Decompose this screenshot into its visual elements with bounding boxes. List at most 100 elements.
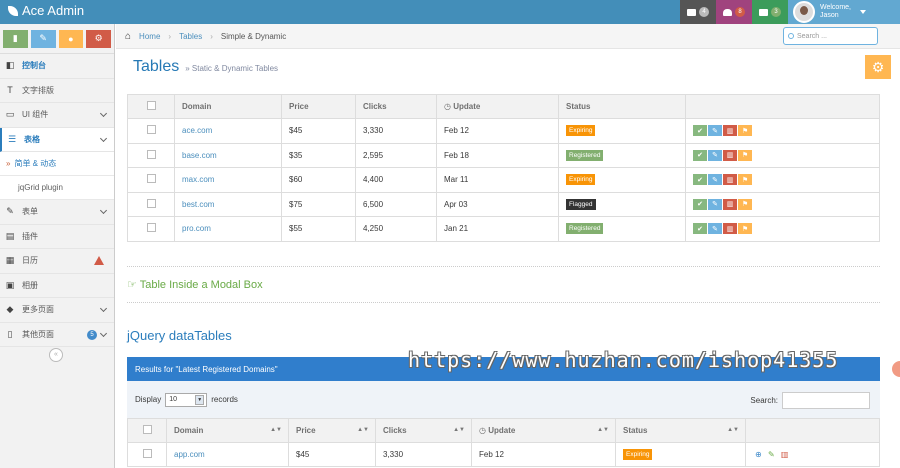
search-input[interactable]: Search ... bbox=[783, 27, 878, 45]
datatables-controls: Display 10 ▼ records Search: bbox=[127, 381, 880, 418]
trash-button[interactable]: ▥ bbox=[723, 223, 737, 235]
column-header-status[interactable]: Status ▲▼ bbox=[615, 418, 746, 443]
trash-button[interactable]: ▥ bbox=[723, 125, 737, 137]
user-menu[interactable]: Welcome, Jason bbox=[788, 0, 900, 24]
flag-button[interactable]: ⚑ bbox=[738, 223, 752, 235]
select-all-checkbox[interactable] bbox=[146, 101, 156, 110]
edit-button[interactable]: ✎ bbox=[708, 174, 722, 186]
column-header-clicks: Clicks bbox=[355, 94, 437, 119]
domain-link[interactable]: best.com bbox=[182, 200, 214, 209]
notifications-button[interactable]: 8 bbox=[716, 0, 752, 24]
edit-button[interactable]: ✎ bbox=[708, 149, 722, 161]
row-checkbox[interactable] bbox=[146, 174, 156, 184]
sidebar-item-typography[interactable]: T 文字排版 bbox=[0, 79, 114, 103]
sidebar-item-calendar[interactable]: ▦ 日历 bbox=[0, 249, 114, 274]
flag-button[interactable]: ⚑ bbox=[738, 149, 752, 161]
edit-button[interactable]: ✎ bbox=[708, 198, 722, 210]
column-header-label: Domain bbox=[174, 426, 204, 435]
edit-button[interactable]: ✎ bbox=[708, 223, 722, 235]
records-per-page-select[interactable]: 10 ▼ bbox=[165, 392, 208, 407]
sidebar-item-other-pages[interactable]: ▯ 其他页面 5 bbox=[0, 323, 114, 347]
domain-link[interactable]: max.com bbox=[182, 175, 214, 184]
clock-icon: ◷ bbox=[479, 426, 489, 435]
flag-button[interactable]: ⚑ bbox=[738, 174, 752, 186]
sidebar-item-label: 控制台 bbox=[22, 61, 46, 71]
row-checkbox[interactable] bbox=[146, 223, 156, 233]
sidebar-item-forms[interactable]: ✎ 表单 bbox=[0, 200, 114, 225]
column-header-clicks[interactable]: Clicks ▲▼ bbox=[375, 418, 472, 443]
submenu-label: jqGrid plugin bbox=[18, 183, 63, 192]
breadcrumb-tables-link[interactable]: Tables bbox=[179, 32, 202, 41]
watermark: https://www.huzhan.com/ishop41355 bbox=[408, 348, 839, 372]
row-checkbox[interactable] bbox=[146, 198, 156, 208]
sidebar-item-more-pages[interactable]: ◆ 更多页面 bbox=[0, 298, 114, 323]
shortcut-cogs[interactable]: ⚙ bbox=[86, 29, 111, 48]
trash-icon[interactable]: ▥ bbox=[781, 450, 789, 459]
submenu-item-jqgrid[interactable]: jqGrid plugin bbox=[0, 176, 114, 200]
breadcrumb-home-link[interactable]: Home bbox=[139, 32, 160, 41]
table-row: app.com $45 3,330 Feb 12 Expiring ⊕ ✎ ▥ bbox=[127, 442, 880, 467]
column-header-update[interactable]: ◷ Update ▲▼ bbox=[471, 418, 616, 443]
zoom-icon[interactable]: ⊕ bbox=[755, 450, 762, 459]
check-button[interactable]: ✔ bbox=[693, 223, 707, 235]
notifications-count: 8 bbox=[735, 7, 745, 17]
sidebar-item-plugins[interactable]: ▤ 插件 bbox=[0, 225, 114, 249]
column-header-label: Clicks bbox=[383, 426, 407, 435]
select-all-checkbox[interactable] bbox=[142, 425, 152, 434]
trash-button[interactable]: ▥ bbox=[723, 198, 737, 210]
table-row: max.com $60 4,400 Mar 11 Expiring ✔ ✎ ▥ ⚑ bbox=[127, 167, 880, 193]
price-cell: $45 bbox=[281, 118, 356, 144]
domain-link[interactable]: pro.com bbox=[182, 224, 211, 233]
domain-link[interactable]: base.com bbox=[182, 151, 217, 160]
sidebar-collapse-button[interactable]: « bbox=[49, 348, 63, 362]
column-header-price[interactable]: Price ▲▼ bbox=[288, 418, 376, 443]
sidebar-item-label: UI 组件 bbox=[22, 110, 49, 120]
divider bbox=[127, 302, 880, 303]
sidebar-item-ui[interactable]: ▭ UI 组件 bbox=[0, 103, 114, 128]
main-content: ⌂ Home › Tables › Simple & Dynamic Searc… bbox=[116, 24, 900, 468]
column-header-domain[interactable]: Domain ▲▼ bbox=[166, 418, 289, 443]
column-header-label: Update bbox=[488, 426, 516, 435]
edit-button[interactable]: ✎ bbox=[708, 125, 722, 137]
trash-button[interactable]: ▥ bbox=[723, 174, 737, 186]
messages-button[interactable]: 3 bbox=[752, 0, 788, 24]
breadcrumb-separator: › bbox=[210, 31, 213, 41]
datatables-search-input[interactable] bbox=[782, 392, 870, 409]
flag-button[interactable]: ⚑ bbox=[738, 198, 752, 210]
status-badge: Registered bbox=[566, 149, 604, 161]
shortcut-pencil[interactable]: ✎ bbox=[30, 29, 56, 48]
sidebar-item-dashboard[interactable]: ◧ 控制台 bbox=[0, 54, 114, 79]
submenu-item-simple-dynamic[interactable]: » 简单 & 动态 bbox=[0, 152, 114, 176]
row-checkbox[interactable] bbox=[146, 125, 156, 135]
records-label: records bbox=[211, 395, 238, 404]
sort-icon: ▲▼ bbox=[357, 427, 369, 433]
check-button[interactable]: ✔ bbox=[693, 198, 707, 210]
pencil-icon[interactable]: ✎ bbox=[768, 450, 775, 459]
modal-table-link[interactable]: ☞ Table Inside a Modal Box bbox=[127, 278, 263, 291]
check-button[interactable]: ✔ bbox=[693, 125, 707, 137]
sidebar-item-tables[interactable]: ☰ 表格 bbox=[0, 127, 114, 152]
domain-link[interactable]: app.com bbox=[174, 450, 205, 459]
shortcut-signal[interactable]: ▮ bbox=[3, 29, 28, 48]
row-checkbox[interactable] bbox=[146, 149, 156, 159]
edit-icon: ✎ bbox=[712, 152, 718, 160]
settings-handle[interactable] bbox=[892, 361, 900, 377]
check-button[interactable]: ✔ bbox=[693, 174, 707, 186]
check-button[interactable]: ✔ bbox=[693, 149, 707, 161]
trash-icon: ▥ bbox=[726, 176, 734, 184]
row-checkbox[interactable] bbox=[142, 449, 152, 458]
flag-button[interactable]: ⚑ bbox=[738, 125, 752, 137]
trash-button[interactable]: ▥ bbox=[723, 149, 737, 161]
sidebar-item-label: 表格 bbox=[24, 134, 40, 144]
brand-logo[interactable]: Ace Admin bbox=[8, 3, 84, 18]
sidebar-shortcuts: ▮ ✎ ● ⚙ bbox=[0, 24, 114, 54]
status-badge: Expiring bbox=[623, 449, 653, 460]
column-header-price: Price bbox=[281, 94, 356, 119]
domain-link[interactable]: ace.com bbox=[182, 126, 212, 135]
table-row: best.com $75 6,500 Apr 03 Flagged ✔ ✎ ▥ ⚑ bbox=[127, 191, 880, 217]
settings-button[interactable]: ⚙ bbox=[865, 55, 891, 79]
edit-icon: ✎ bbox=[712, 176, 718, 184]
shortcut-group[interactable]: ● bbox=[58, 29, 84, 48]
tasks-button[interactable]: 4 bbox=[680, 0, 716, 24]
sidebar-item-gallery[interactable]: ▣ 相册 bbox=[0, 274, 114, 298]
